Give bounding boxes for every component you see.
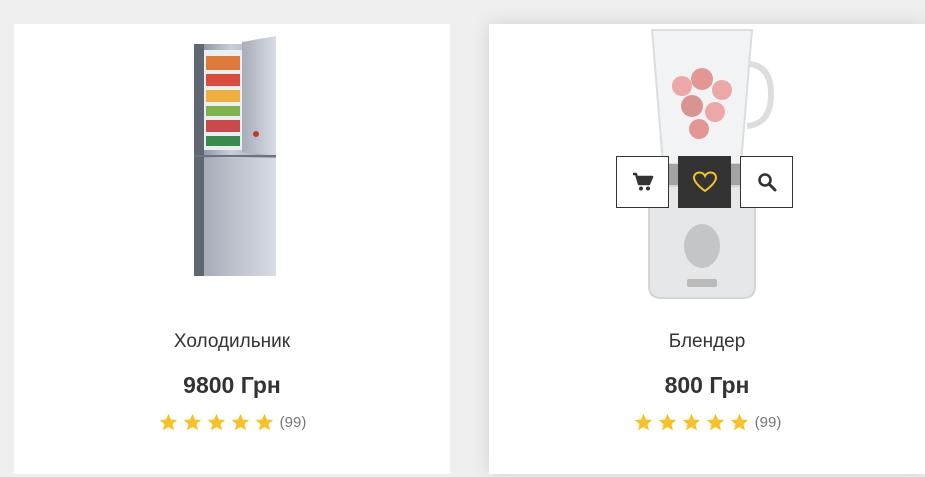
review-count: (99) bbox=[754, 414, 782, 431]
quick-view-button[interactable] bbox=[740, 156, 793, 208]
refrigerator-image bbox=[194, 36, 276, 276]
star-icon bbox=[658, 413, 676, 431]
star-icon bbox=[706, 413, 724, 431]
star-icon bbox=[730, 413, 748, 431]
cart-icon bbox=[632, 172, 653, 191]
product-rating: (99) bbox=[14, 412, 450, 433]
product-title[interactable]: Блендер bbox=[489, 331, 925, 353]
product-title[interactable]: Холодильник bbox=[14, 331, 450, 353]
star-icon bbox=[682, 413, 700, 431]
product-image[interactable] bbox=[14, 24, 450, 309]
add-to-wishlist-button[interactable] bbox=[678, 156, 731, 208]
star-icon bbox=[255, 413, 273, 431]
star-icon bbox=[183, 413, 201, 431]
product-price: 9800 Грн bbox=[183, 372, 281, 398]
product-card-blender[interactable]: Блендер 800 Грн (99) bbox=[489, 24, 925, 474]
star-icon bbox=[634, 413, 652, 431]
review-count: (99) bbox=[279, 414, 307, 431]
product-rating: (99) bbox=[489, 412, 925, 433]
heart-icon bbox=[692, 171, 717, 193]
star-icon bbox=[207, 413, 225, 431]
product-grid: Холодильник 9800 Грн (99) Блендер 800 Гр… bbox=[0, 0, 925, 477]
star-icon bbox=[159, 413, 177, 431]
product-card-refrigerator[interactable]: Холодильник 9800 Грн (99) bbox=[14, 24, 450, 474]
add-to-cart-button[interactable] bbox=[616, 156, 669, 208]
product-hover-actions bbox=[616, 156, 794, 210]
search-icon bbox=[757, 173, 776, 192]
star-icon bbox=[231, 413, 249, 431]
product-price: 800 Грн bbox=[664, 372, 750, 398]
